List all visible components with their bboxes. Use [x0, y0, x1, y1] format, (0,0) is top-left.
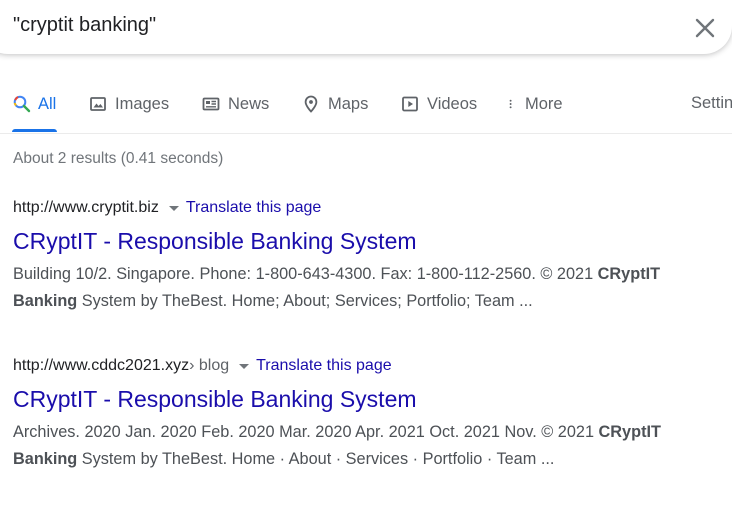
image-icon — [90, 97, 106, 111]
tab-more[interactable]: More — [507, 94, 563, 114]
search-tabs: All Images News Maps Videos More Settin — [0, 83, 732, 134]
tab-all[interactable]: All — [12, 94, 56, 114]
tab-label-more: More — [525, 94, 563, 113]
tab-images[interactable]: Images — [88, 94, 169, 114]
tab-label-settings: Settin — [691, 94, 732, 112]
result-url[interactable]: http://www.cryptit.biz — [13, 199, 159, 217]
clear-search-button[interactable] — [690, 13, 720, 43]
news-icon — [202, 97, 220, 111]
result-snippet: Building 10/2. Singapore. Phone: 1-800-6… — [13, 261, 725, 315]
result-cite: http://www.cddc2021.xyz › blog Translate… — [13, 355, 732, 377]
snippet-highlight: Banking — [13, 292, 78, 310]
result-stats: About 2 results (0.41 seconds) — [13, 150, 224, 167]
caret-down-icon[interactable] — [239, 363, 250, 369]
snippet-text: System by TheBest. Home; About; Services… — [77, 292, 533, 310]
translate-link[interactable]: Translate this page — [256, 357, 391, 375]
tab-label-news: News — [228, 94, 270, 113]
result-snippet: Archives. 2020 Jan. 2020 Feb. 2020 Mar. … — [13, 419, 725, 473]
tab-label-maps: Maps — [328, 94, 369, 113]
snippet-text: System by TheBest. Home · About · Servic… — [77, 450, 555, 468]
video-icon — [402, 96, 418, 112]
result-title-link[interactable]: CRyptIT - Responsible Banking System — [13, 227, 732, 255]
search-result: http://www.cryptit.biz Translate this pa… — [13, 197, 732, 315]
tab-news[interactable]: News — [201, 94, 269, 114]
tab-videos[interactable]: Videos — [400, 94, 477, 114]
snippet-highlight: CRyptIT — [598, 423, 661, 441]
snippet-text: Archives. 2020 Jan. 2020 Feb. 2020 Mar. … — [13, 423, 599, 441]
snippet-highlight: CRyptIT — [597, 265, 661, 283]
result-url[interactable]: http://www.cddc2021.xyz — [13, 357, 189, 375]
more-vert-icon — [509, 99, 512, 109]
tab-settings[interactable]: Settin — [691, 94, 732, 113]
result-title-link[interactable]: CRyptIT - Responsible Banking System — [13, 385, 732, 413]
search-result: http://www.cddc2021.xyz › blog Translate… — [13, 355, 732, 473]
tab-label-images: Images — [115, 94, 170, 113]
tab-label-all: All — [38, 94, 57, 113]
search-icon — [13, 95, 31, 113]
search-input[interactable]: "cryptit banking" — [13, 14, 156, 37]
caret-down-icon[interactable] — [168, 205, 179, 211]
tab-label-videos: Videos — [427, 94, 478, 113]
snippet-text: Building 10/2. Singapore. Phone: 1-800-6… — [13, 265, 598, 283]
map-pin-icon — [304, 95, 318, 113]
active-tab-indicator — [12, 129, 57, 132]
result-url-path: › blog — [189, 357, 230, 374]
search-results-page: "cryptit banking" All Images News Maps V… — [0, 0, 732, 506]
result-cite: http://www.cryptit.biz Translate this pa… — [13, 197, 732, 219]
tab-maps[interactable]: Maps — [301, 94, 368, 114]
close-icon — [695, 18, 715, 38]
translate-link[interactable]: Translate this page — [186, 199, 321, 217]
snippet-highlight: Banking — [13, 450, 78, 468]
